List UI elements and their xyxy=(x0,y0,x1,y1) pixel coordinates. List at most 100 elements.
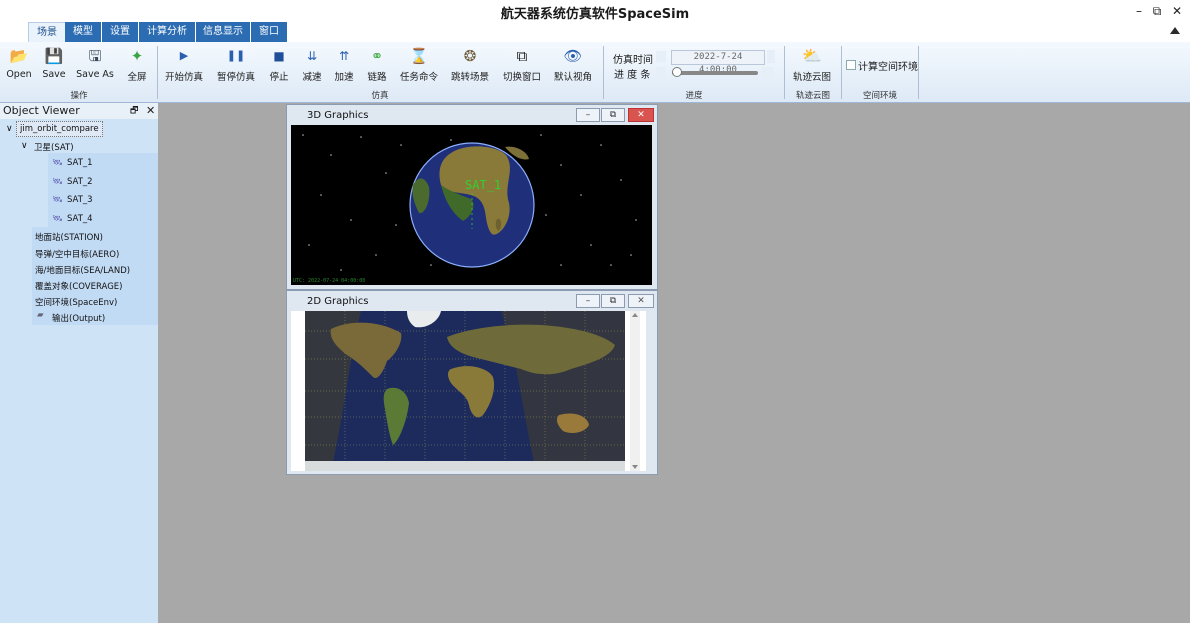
win3d-minimize-icon[interactable]: – xyxy=(576,108,600,122)
link-button[interactable]: ⚭ 链路 xyxy=(364,46,390,88)
ribbon-separator xyxy=(157,46,158,99)
speed-up-button[interactable]: ⇈ 加速 xyxy=(331,46,357,88)
group-label-cloud: 轨迹云图 xyxy=(795,91,830,101)
jump-scene-button[interactable]: ❂ 跳转场景 xyxy=(449,46,491,88)
space-env-checkbox-label: 计算空间环境 xyxy=(858,62,918,73)
win2d-close-icon[interactable]: ✕ xyxy=(628,294,654,308)
sat-expander-icon[interactable]: ∨ xyxy=(21,141,28,151)
pause-sim-button[interactable]: ❚❚ 暂停仿真 xyxy=(214,46,258,88)
ribbon-separator xyxy=(603,46,604,99)
track-cloud-button[interactable]: ⛅ 轨迹云图 xyxy=(790,46,834,88)
sim-time-spacer xyxy=(656,51,666,62)
close-button[interactable]: ✕ xyxy=(1166,2,1188,20)
app-title: 航天器系统仿真软件SpaceSim xyxy=(500,7,690,22)
object-viewer-header: Object Viewer 🗗 ✕ xyxy=(0,103,158,119)
group-label-simulation: 仿真 xyxy=(371,91,389,101)
ribbon-tabs: 场景 模型 设置 计算分析 信息显示 窗口 xyxy=(0,22,1190,42)
tree-satellite-group[interactable]: 卫星(SAT) xyxy=(34,141,74,153)
sun-cloud-icon: ⛅ xyxy=(802,46,822,65)
slow-down-button[interactable]: ⇊ 减速 xyxy=(299,46,325,88)
switch-window-button[interactable]: ⧉ 切换窗口 xyxy=(501,46,543,88)
restore-button[interactable]: ⧉ xyxy=(1146,2,1168,20)
tree-root[interactable]: jim_orbit_compare xyxy=(16,121,103,137)
object-viewer-panel: Object Viewer 🗗 ✕ ∨ jim_orbit_compare ∨ … xyxy=(0,103,160,623)
expand-icon: ✦ xyxy=(130,47,144,65)
2d-map-svg xyxy=(305,311,640,471)
sim-time-spin[interactable] xyxy=(767,50,775,63)
compass-icon: ❂ xyxy=(463,47,477,65)
antarctica-landmass xyxy=(305,461,625,471)
group-label-space-env: 空间环境 xyxy=(862,91,897,101)
chevron-double-down-icon: ⇊ xyxy=(306,49,318,63)
progress-slider-thumb[interactable] xyxy=(672,67,682,77)
tree-category-coverage[interactable]: 覆盖对象(COVERAGE) xyxy=(35,280,122,292)
tab-info-display[interactable]: 信息显示 xyxy=(196,22,250,42)
tab-scene[interactable]: 场景 xyxy=(28,22,66,42)
win3d-restore-icon[interactable]: ⧉ xyxy=(601,108,625,122)
ribbon: 📂 Open 💾 Save 🖫 Save As ✦ 全屏 操作 ▶ 开始仿真 ❚… xyxy=(0,42,1190,103)
ribbon-separator xyxy=(918,46,919,99)
tree-satellite[interactable]: SAT_1 xyxy=(67,158,93,168)
tree-category-aero[interactable]: 导弹/空中目标(AERO) xyxy=(35,248,119,260)
win2d-restore-icon[interactable]: ⧉ xyxy=(601,294,625,308)
tree-category-station[interactable]: 地面站(STATION) xyxy=(35,231,103,243)
satellite-icon: 🛰 xyxy=(52,195,63,205)
start-sim-button[interactable]: ▶ 开始仿真 xyxy=(163,46,205,88)
chevron-double-up-icon: ⇈ xyxy=(338,49,350,63)
tree-satellite[interactable]: SAT_4 xyxy=(67,214,93,224)
tab-settings[interactable]: 设置 xyxy=(102,22,138,42)
object-viewer-title: Object Viewer xyxy=(3,104,80,117)
tab-model[interactable]: 模型 xyxy=(65,22,101,42)
satellite-label: SAT_1 xyxy=(465,178,501,192)
tree-category-spaceenv[interactable]: 空间环境(SpaceEnv) xyxy=(35,296,117,308)
tab-window[interactable]: 窗口 xyxy=(251,22,287,42)
pin-icon[interactable]: 🗗 xyxy=(130,103,138,119)
tab-analysis[interactable]: 计算分析 xyxy=(139,22,195,42)
save-button[interactable]: 💾 Save xyxy=(38,46,70,88)
satellite-icon: 🛰 xyxy=(52,158,63,168)
ribbon-separator xyxy=(784,46,785,99)
win2d-minimize-icon[interactable]: – xyxy=(576,294,600,308)
window-3d-title: 3D Graphics xyxy=(307,110,369,121)
link-icon: ⚭ xyxy=(370,47,384,65)
map-vertical-scrollbar[interactable] xyxy=(630,311,640,471)
space-env-checkbox[interactable] xyxy=(846,60,856,70)
sim-time-label: 仿真时间 xyxy=(613,55,653,66)
tree-category-sea-land[interactable]: 海/地面目标(SEA/LAND) xyxy=(35,264,130,276)
satellite-icon: 🛰 xyxy=(52,177,63,187)
folder-open-icon: 📂 xyxy=(9,47,29,65)
group-label-operation: 操作 xyxy=(70,91,88,101)
collapse-ribbon-icon[interactable] xyxy=(1170,27,1180,34)
open-button[interactable]: 📂 Open xyxy=(4,46,34,88)
progress-label: 进 度 条 xyxy=(614,70,651,81)
win3d-close-icon[interactable]: ✕ xyxy=(628,108,654,122)
tree-output[interactable]: 输出(Output) xyxy=(52,312,105,324)
hourglass-icon: ⌛ xyxy=(409,47,429,65)
progress-spacer xyxy=(656,67,666,78)
floppy-icon: 💾 xyxy=(44,47,64,65)
tree-satellite[interactable]: SAT_2 xyxy=(67,177,93,187)
panel-close-icon[interactable]: ✕ xyxy=(146,103,155,119)
3d-viewport[interactable]: SAT_1 UTC: 2022-07-24 04:00:00 xyxy=(291,125,652,285)
3d-footer-text: UTC: 2022-07-24 04:00:00 xyxy=(293,278,365,284)
sim-time-field[interactable]: 2022-7-24 4:00:00 xyxy=(671,50,765,75)
progress-end xyxy=(762,67,774,78)
stop-button[interactable]: ■ 停止 xyxy=(266,46,292,88)
window-2d-graphics[interactable]: 2D Graphics – ⧉ ✕ xyxy=(286,290,658,475)
tree-satellite[interactable]: SAT_3 xyxy=(67,195,93,205)
root-expander-icon[interactable]: ∨ xyxy=(6,124,13,134)
windows-icon: ⧉ xyxy=(516,47,528,65)
3d-scene-svg: SAT_1 UTC: 2022-07-24 04:00:00 xyxy=(293,134,637,284)
task-command-button[interactable]: ⌛ 任务命令 xyxy=(398,46,440,88)
window-2d-title: 2D Graphics xyxy=(307,296,369,307)
ribbon-separator xyxy=(841,46,842,99)
default-view-button[interactable]: 👁 默认视角 xyxy=(552,46,594,88)
fullscreen-button[interactable]: ✦ 全屏 xyxy=(122,46,152,88)
window-3d-graphics[interactable]: 3D Graphics – ⧉ ✕ SAT_1 UTC: 2022-07-24 … xyxy=(286,104,658,290)
save-as-button[interactable]: 🖫 Save As xyxy=(74,46,116,88)
satellite-list-bg xyxy=(48,153,158,227)
progress-slider-track[interactable] xyxy=(672,71,758,75)
satellite-icon: 🛰 xyxy=(52,214,63,224)
play-icon: ▶ xyxy=(179,49,189,62)
2d-viewport[interactable] xyxy=(291,311,646,471)
